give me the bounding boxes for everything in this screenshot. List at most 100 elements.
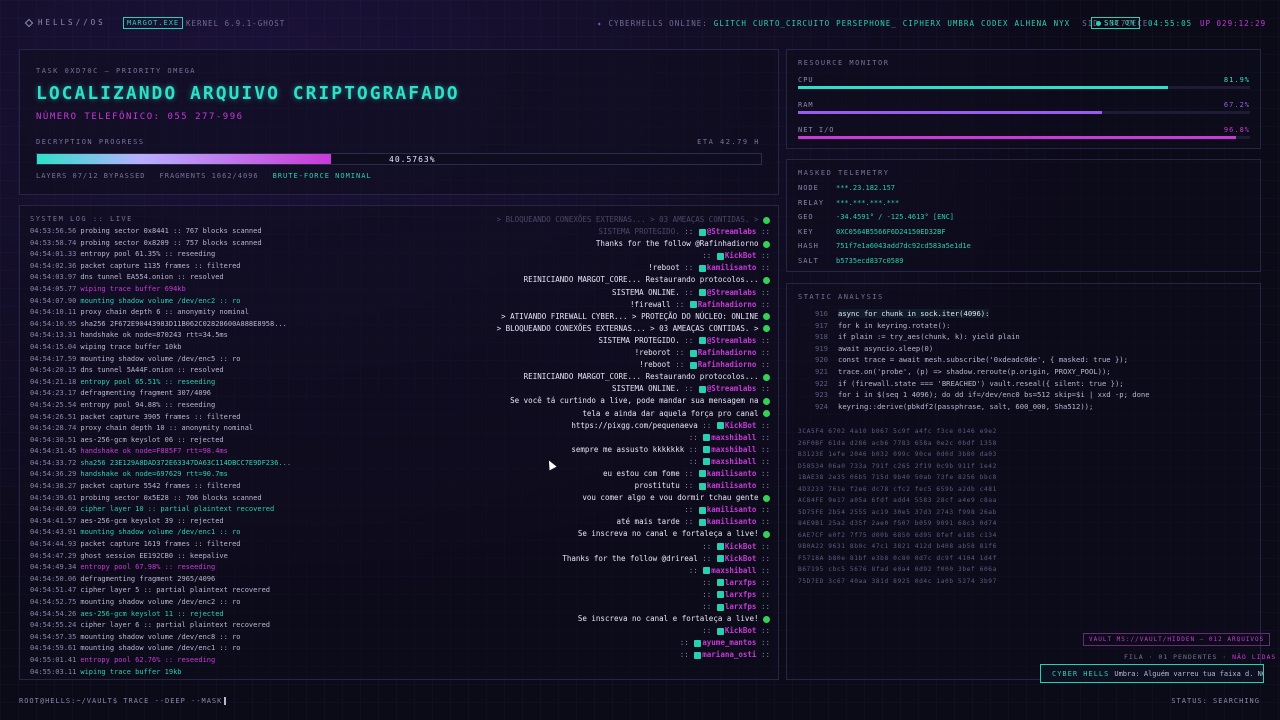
chat-separator: ::: [756, 335, 770, 345]
chat-username[interactable]: KickBot: [725, 554, 757, 563]
log-timestamp: 04:54:26.51: [30, 412, 77, 421]
log-line: 04:54:38.27 packet capture 5542 frames ::…: [30, 481, 330, 493]
hex-dump: 3CA5F4 6702 4a10 b067 5c9f a4fc f3ce 014…: [798, 426, 997, 587]
online-user[interactable]: UMBRA: [947, 19, 975, 28]
chat-username[interactable]: maxshiball: [711, 445, 756, 454]
resource-track: [798, 136, 1250, 139]
chat-username[interactable]: maxshiball: [711, 457, 756, 466]
chat-username[interactable]: Rafinhadiorno: [698, 300, 757, 309]
chat-separator: ::: [679, 517, 698, 527]
telemetry-value: ***.***.***.***: [836, 198, 900, 207]
chat-username[interactable]: ayume_mantos: [702, 638, 756, 647]
chat-username[interactable]: @Streamlabs: [707, 336, 757, 345]
chat-username[interactable]: @Streamlabs: [707, 288, 757, 297]
status-dot-icon: [763, 397, 770, 405]
online-user[interactable]: NYX: [1054, 19, 1071, 28]
log-line: 04:54:03.97 dns tunnel EA554.onion :: res…: [30, 272, 330, 284]
log-timestamp: 04:54:36.29: [30, 470, 77, 479]
log-line: 04:54:15.04 wiping trace buffer 10kb: [30, 342, 330, 354]
badge-icon: [703, 458, 711, 466]
decryption-progress-bar: 40.5763%: [36, 153, 762, 165]
log-timestamp: 04:54:21.18: [30, 377, 77, 386]
hex-line: B3123E 1efe 2046 b032 099c 90ce 0d0d 3b8…: [798, 451, 997, 458]
chat-separator: ::: [679, 227, 698, 237]
online-label: CYBERHELLS ONLINE:: [608, 19, 708, 28]
telemetry-row: KEY 0XC0564B5566F6D24150ED32BF: [798, 228, 946, 236]
chat-username[interactable]: @Streamlabs: [707, 227, 757, 236]
chat-username[interactable]: mariana_osti: [702, 650, 756, 659]
chat-message: :: KickBot ::: [340, 625, 770, 637]
chat-separator: ::: [756, 468, 770, 478]
chat-username[interactable]: maxshiball: [711, 433, 756, 442]
log-message: aes-256-gcm keyslot 06 :: rejected: [80, 435, 224, 444]
telemetry-row: RELAY ***.***.***.***: [798, 199, 899, 207]
chat-message: vou comer algo e vou dormir tchau gente: [340, 492, 770, 504]
chat-separator: ::: [670, 299, 689, 309]
notification-toast[interactable]: CYBER HELLS Umbra: Alguém varreu tua fai…: [1040, 664, 1264, 683]
log-message: handshake ok node=870243 rtt=34.5ms: [80, 331, 228, 340]
progress-label: DECRYPTION PROGRESS: [36, 138, 145, 146]
chat-username[interactable]: KickBot: [725, 542, 757, 551]
line-number: 919: [815, 343, 828, 353]
chat-separator: ::: [679, 650, 694, 660]
chat-text: Se inscreva no canal e fortaleça a live!: [577, 529, 759, 539]
chat-message: sempre me assusto kkkkkkk :: maxshiball …: [340, 444, 770, 456]
chat-username[interactable]: @Streamlabs: [707, 384, 757, 393]
chat-username[interactable]: Rafinhadiorno: [698, 348, 757, 357]
chat-username[interactable]: KickBot: [725, 251, 757, 260]
chat-username[interactable]: kamilisanto: [707, 505, 757, 514]
chat-separator: ::: [756, 638, 770, 648]
chat-username[interactable]: kamilisanto: [707, 517, 757, 526]
log-message: cipher layer 5 :: partial plaintext reco…: [80, 586, 271, 595]
chat-separator: ::: [670, 360, 689, 370]
online-user[interactable]: PERSEPHONE_: [836, 19, 897, 28]
log-message: packet capture 5542 frames :: filtered: [80, 482, 241, 491]
log-label: SYSTEM LOG :: LIVE: [30, 215, 133, 223]
chat-username[interactable]: larxfps: [725, 590, 757, 599]
chat-message: !reboot :: kamilisanto ::: [340, 262, 770, 274]
chat-username[interactable]: kamilisanto: [707, 469, 757, 478]
online-user[interactable]: CIPHERX: [903, 19, 942, 28]
chat-separator: ::: [702, 541, 716, 551]
resource-row: NET I/O 96.8%: [798, 126, 1250, 140]
hex-line: 4D3233 761e f2e6 dc78 cfc2 fec5 659b a2d…: [798, 485, 997, 493]
resource-name: RAM: [798, 101, 814, 109]
chat-username[interactable]: KickBot: [725, 421, 757, 430]
online-user[interactable]: CODEX: [981, 19, 1009, 28]
chat-text: Se você tá curtindo a live, pode mandar …: [510, 396, 759, 406]
command-prompt[interactable]: ROOT@HELLS:~/VAULT$ TRACE --DEEP --MASK: [19, 697, 227, 705]
online-user[interactable]: ALHENA: [1015, 19, 1048, 28]
vault-path-button[interactable]: VAULT MS://VAULT/HIDDEN — 012 ARQUIVOS: [1083, 633, 1271, 646]
chat-separator: ::: [756, 602, 770, 611]
chat-username[interactable]: kamilisanto: [707, 263, 757, 272]
online-user[interactable]: CURTO_CIRCUITO: [753, 19, 830, 28]
chat-message: até mais tarde :: kamilisanto ::: [340, 516, 771, 528]
chat-username[interactable]: kamilisanto: [707, 481, 757, 490]
hex-line: 9B0A22 9631 8b0c 47c1 3821 412d b408 ab5…: [798, 543, 997, 550]
chat-text: sempre me assusto kkkkkkk: [571, 444, 685, 454]
sound-toggle[interactable]: SND ON: [1091, 17, 1141, 29]
chat-username[interactable]: maxshiball: [711, 566, 756, 575]
chat-separator: ::: [702, 577, 716, 587]
log-line: 04:54:40.69 cipher layer 10 :: partial pl…: [30, 504, 330, 516]
chat-text: prostitutu: [634, 481, 680, 491]
log-message: dns tunnel 5A44F.onion :: resolved: [80, 366, 224, 375]
chat-separator: ::: [756, 263, 770, 273]
chat-username[interactable]: larxfps: [725, 578, 757, 587]
online-user[interactable]: GLITCH: [714, 19, 747, 28]
chat-message: Se inscreva no canal e fortaleça a live!: [340, 528, 770, 540]
log-timestamp: 04:54:02.36: [30, 261, 77, 270]
chat-separator: ::: [756, 348, 770, 358]
chat-text: !reboot: [639, 360, 671, 370]
chat-text: !firewall: [630, 299, 671, 309]
chat-separator: ::: [756, 420, 770, 430]
chat-separator: ::: [756, 287, 770, 297]
code-line: 920 const trace = await mesh.subscribe('0…: [798, 354, 1150, 366]
chat-username[interactable]: KickBot: [725, 626, 757, 635]
chat-username[interactable]: Rafinhadiorno: [698, 360, 757, 369]
log-line: 04:54:54.26 aes-256-gcm keyslot 11 :: rej…: [30, 609, 330, 621]
code-listing: 916 async for chunk in sock.iter(4096): 91…: [798, 308, 1150, 412]
chat-separator: ::: [756, 626, 770, 636]
uptime: UP 029:12:29: [1200, 19, 1267, 28]
chat-username[interactable]: larxfps: [725, 602, 757, 611]
